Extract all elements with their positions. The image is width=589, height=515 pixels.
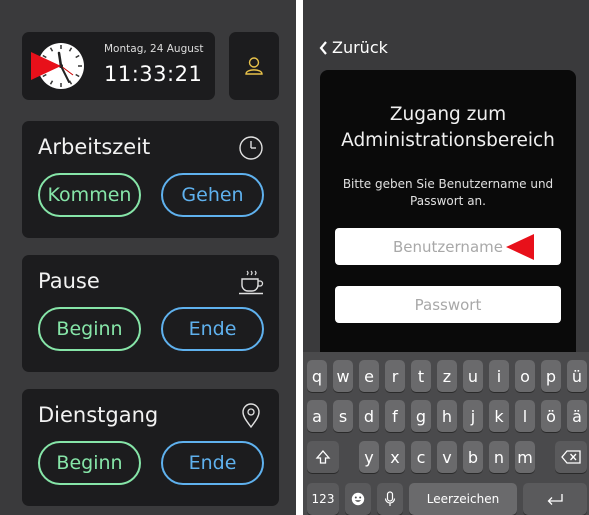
on-screen-keyboard: q w e r t z u i o p ü a s d f g h j k l …: [303, 352, 589, 515]
key-j[interactable]: j: [463, 400, 483, 432]
return-key[interactable]: [523, 483, 587, 515]
key-y[interactable]: y: [359, 441, 379, 473]
current-time: 11:33:21: [104, 62, 203, 86]
return-icon: [547, 494, 563, 505]
admin-login-screen: Zurück Zugang zum Administrationsbereich…: [303, 0, 589, 515]
pause-beginn-button[interactable]: Beginn: [38, 307, 141, 351]
pause-ende-button[interactable]: Ende: [161, 307, 264, 351]
section-arbeitszeit: Arbeitszeit Kommen Gehen: [22, 121, 279, 238]
key-n[interactable]: n: [489, 441, 509, 473]
key-r[interactable]: r: [385, 360, 405, 392]
chevron-left-icon: [319, 40, 327, 55]
key-c[interactable]: c: [411, 441, 431, 473]
user-button[interactable]: [229, 32, 279, 100]
key-e[interactable]: e: [359, 360, 379, 392]
dienstgang-ende-button[interactable]: Ende: [161, 441, 264, 485]
key-x[interactable]: x: [385, 441, 405, 473]
instructions-line2: Passwort an.: [410, 194, 486, 208]
space-key[interactable]: Leerzeichen: [409, 483, 517, 515]
key-p[interactable]: p: [541, 360, 561, 392]
key-l[interactable]: l: [515, 400, 535, 432]
instructions-line1: Bitte geben Sie Benutzername und: [342, 177, 554, 191]
clock-card: Montag, 24 August 11:33:21: [22, 32, 215, 100]
kommen-button[interactable]: Kommen: [38, 173, 141, 217]
key-z[interactable]: z: [437, 360, 457, 392]
back-button[interactable]: Zurück: [319, 38, 388, 57]
current-date: Montag, 24 August: [104, 43, 204, 55]
dialog-title-line2: Administrationsbereich: [341, 130, 555, 151]
key-o[interactable]: o: [515, 360, 535, 392]
key-i[interactable]: i: [489, 360, 509, 392]
key-m[interactable]: m: [515, 441, 535, 473]
location-pin-icon: [242, 403, 260, 429]
key-b[interactable]: b: [463, 441, 483, 473]
time-tracking-screen: Montag, 24 August 11:33:21 Arbeitszeit K…: [0, 0, 296, 515]
highlight-arrow-icon: [31, 52, 61, 80]
back-label: Zurück: [332, 38, 388, 57]
section-dienstgang: Dienstgang Beginn Ende: [22, 389, 279, 506]
shift-icon: [315, 450, 331, 464]
emoji-icon: [351, 492, 365, 506]
key-a[interactable]: a: [307, 400, 327, 432]
highlight-arrow-icon: [506, 234, 534, 260]
clock-icon: [239, 136, 263, 160]
key-s[interactable]: s: [333, 400, 353, 432]
key-h[interactable]: h: [437, 400, 457, 432]
dialog-title-line1: Zugang zum: [389, 104, 507, 125]
section-title: Arbeitszeit: [38, 135, 151, 159]
dienstgang-beginn-button[interactable]: Beginn: [38, 441, 141, 485]
password-field[interactable]: [335, 286, 561, 323]
key-oe[interactable]: ö: [541, 400, 561, 432]
dialog-instructions: Bitte geben Sie Benutzername und Passwor…: [330, 176, 566, 210]
key-ue[interactable]: ü: [567, 360, 587, 392]
emoji-key[interactable]: [345, 483, 371, 515]
key-q[interactable]: q: [307, 360, 327, 392]
key-v[interactable]: v: [437, 441, 457, 473]
user-icon: [245, 57, 263, 75]
microphone-key[interactable]: [377, 483, 403, 515]
section-title: Pause: [38, 269, 100, 293]
key-ae[interactable]: ä: [567, 400, 587, 432]
section-title: Dienstgang: [38, 403, 159, 427]
numbers-key[interactable]: 123: [307, 483, 339, 515]
key-t[interactable]: t: [411, 360, 431, 392]
key-k[interactable]: k: [489, 400, 509, 432]
dialog-title: Zugang zum Administrationsbereich: [320, 102, 576, 154]
login-dialog: Zugang zum Administrationsbereich Bitte …: [320, 70, 576, 360]
key-d[interactable]: d: [359, 400, 379, 432]
backspace-icon: [561, 450, 581, 464]
key-w[interactable]: w: [333, 360, 353, 392]
backspace-key[interactable]: [555, 441, 587, 473]
shift-key[interactable]: [307, 441, 339, 473]
gehen-button[interactable]: Gehen: [161, 173, 264, 217]
coffee-cup-icon: [239, 270, 264, 295]
key-f[interactable]: f: [385, 400, 405, 432]
key-u[interactable]: u: [463, 360, 483, 392]
section-pause: Pause Beginn Ende: [22, 255, 279, 372]
key-g[interactable]: g: [411, 400, 431, 432]
microphone-icon: [384, 491, 396, 506]
